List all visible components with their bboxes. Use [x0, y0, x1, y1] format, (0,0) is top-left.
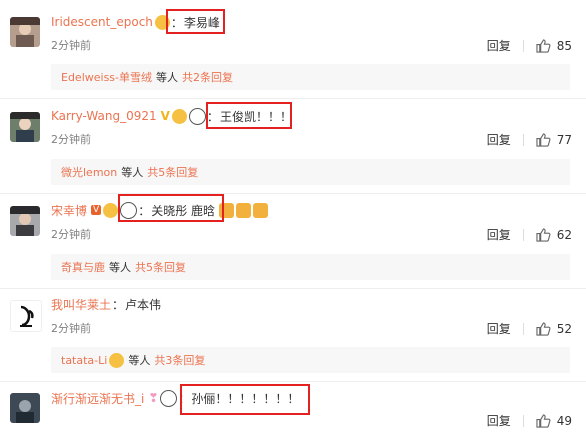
divider — [0, 381, 586, 382]
reply-etc: 等人 — [121, 166, 144, 179]
timestamp: 2分钟前 — [51, 228, 91, 241]
comment-text: 卢本伟 — [125, 297, 162, 312]
rock-hand-emoji-icon — [236, 202, 252, 218]
comment-actions: 回复 52 — [487, 320, 572, 337]
comment-actions: 回复 77 — [487, 131, 572, 148]
timestamp: 2分钟前 — [51, 322, 91, 335]
thumbs-up-icon[interactable] — [536, 227, 551, 242]
reply-summary[interactable]: 奇真与鹿 等人 共5条回复 — [51, 254, 570, 280]
divider — [522, 39, 524, 52]
thumbs-up-icon[interactable] — [536, 413, 551, 428]
reply-summary[interactable]: Edelweiss-单雪绒 等人 共2条回复 — [51, 64, 570, 90]
reply-user[interactable]: Edelweiss-单雪绒 — [61, 69, 152, 85]
comment-actions: 回复 62 — [487, 226, 572, 243]
avatar[interactable] — [10, 112, 40, 142]
rock-hand-emoji-icon — [253, 202, 269, 218]
highlight-box — [180, 384, 310, 415]
username[interactable]: Karry-Wang_0921 — [51, 109, 157, 123]
divider — [0, 288, 586, 289]
verified-v-icon: V — [160, 109, 170, 123]
username[interactable]: Iridescent_epoch — [51, 15, 153, 29]
reply-count[interactable]: 共3条回复 — [154, 352, 205, 368]
thumbs-up-icon[interactable] — [536, 321, 551, 336]
vip-badge-icon: V — [91, 205, 102, 215]
avatar[interactable] — [10, 17, 40, 47]
panda-emoji-icon — [160, 389, 178, 407]
avatar[interactable] — [10, 300, 42, 332]
reply-button[interactable]: 回复 — [487, 412, 511, 429]
timestamp: 2分钟前 — [51, 133, 91, 146]
reply-summary[interactable]: tatata-Li 等人 共3条回复 — [51, 347, 570, 373]
comment-header: 我叫华莱土 ： 卢本伟 — [51, 294, 161, 314]
comment-actions: 回复 85 — [487, 37, 572, 54]
reply-count[interactable]: 共5条回复 — [147, 164, 198, 180]
reply-button[interactable]: 回复 — [487, 226, 511, 243]
reply-button[interactable]: 回复 — [487, 320, 511, 337]
reply-etc: 等人 — [156, 71, 179, 84]
emoji-icon — [103, 202, 119, 218]
reply-user[interactable]: 奇真与鹿 — [61, 259, 105, 275]
divider — [0, 98, 586, 99]
reply-button[interactable]: 回复 — [487, 37, 511, 54]
reply-etc: 等人 — [128, 354, 151, 367]
timestamp: 2分钟前 — [51, 39, 91, 52]
highlight-box — [118, 194, 224, 222]
comment-actions: 回复 49 — [487, 412, 572, 429]
reply-summary[interactable]: 微光lemon 等人 共5条回复 — [51, 159, 570, 185]
like-count: 52 — [556, 321, 572, 336]
divider — [522, 228, 524, 241]
highlight-box — [206, 102, 292, 129]
like-count: 85 — [556, 38, 572, 53]
panda-emoji-icon — [188, 107, 206, 125]
like-count: 49 — [556, 413, 572, 428]
avatar[interactable] — [10, 393, 40, 423]
divider — [522, 322, 524, 335]
thumbs-up-icon[interactable] — [536, 38, 551, 53]
username[interactable]: 渐行渐远渐无书_i — [51, 390, 144, 407]
highlight-box — [166, 9, 225, 34]
like-count: 77 — [556, 132, 572, 147]
reply-count[interactable]: 共2条回复 — [182, 69, 233, 85]
username[interactable]: 我叫华莱土 — [51, 296, 111, 313]
colon: ： — [112, 297, 125, 312]
reply-user[interactable]: 微光lemon — [61, 164, 117, 180]
like-count: 62 — [556, 227, 572, 242]
username[interactable]: 宋幸博 — [51, 202, 87, 219]
divider — [0, 193, 586, 194]
divider — [522, 133, 524, 146]
bow-icon: ❣ — [148, 391, 159, 405]
divider — [522, 414, 524, 427]
reply-count[interactable]: 共5条回复 — [135, 259, 186, 275]
thumbs-up-icon[interactable] — [536, 132, 551, 147]
avatar[interactable] — [10, 206, 40, 236]
emoji-icon — [109, 352, 125, 368]
reply-user[interactable]: tatata-Li — [61, 354, 107, 367]
reply-button[interactable]: 回复 — [487, 131, 511, 148]
reply-etc: 等人 — [109, 261, 131, 274]
emoji-icon — [171, 108, 187, 124]
